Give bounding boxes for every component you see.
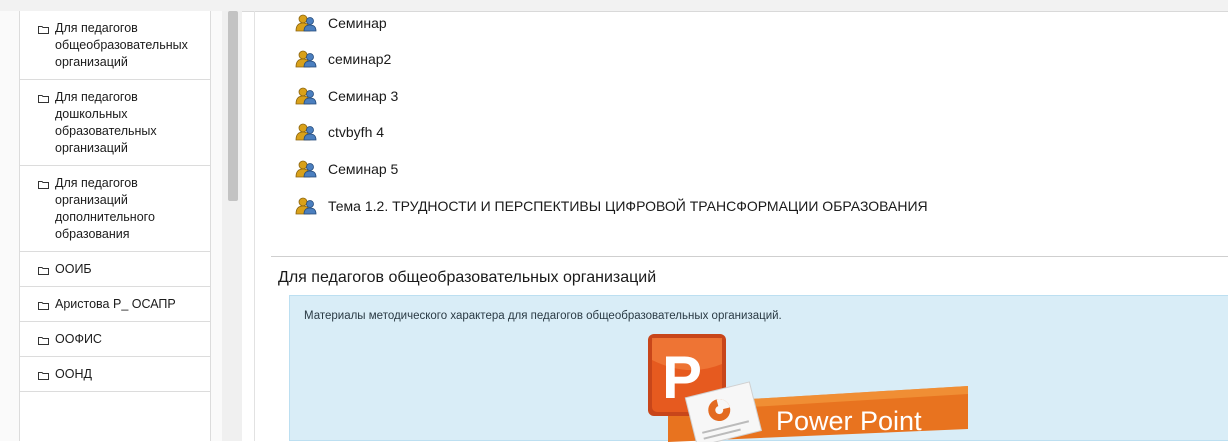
activity-link[interactable]: Семинар bbox=[295, 11, 387, 35]
category-list: Для педагогов общеобразовательных организа… bbox=[20, 11, 210, 392]
section-summary: Материалы методического характера для пе… bbox=[289, 295, 1228, 442]
activity-label: Семинар 5 bbox=[328, 161, 399, 177]
folder-icon bbox=[38, 22, 49, 34]
sidebar-scrollbar-thumb[interactable] bbox=[228, 11, 238, 201]
section-title: Для педагогов общеобразовательных органи… bbox=[278, 269, 657, 286]
seminar-users-icon bbox=[295, 160, 317, 178]
seminar-users-icon bbox=[295, 87, 317, 105]
sidebar-item-label: Для педагогов дошкольных образовательных ор… bbox=[55, 90, 157, 155]
seminar-users-icon bbox=[295, 50, 317, 68]
sidebar-item-category[interactable]: Для педагогов дошкольных образовательных ор… bbox=[20, 80, 210, 166]
sidebar: Для педагогов общеобразовательных организа… bbox=[0, 11, 242, 441]
activity-link[interactable]: ctvbyfh 4 bbox=[295, 120, 384, 144]
sidebar-item-category[interactable]: Аристова Р_ ОСАПР bbox=[20, 287, 210, 322]
sidebar-item-category[interactable]: Для педагогов общеобразовательных организа… bbox=[20, 11, 210, 80]
sidebar-item-category[interactable]: Для педагогов организаций дополнительного о… bbox=[20, 166, 210, 252]
activity-label: ctvbyfh 4 bbox=[328, 124, 385, 140]
seminar-users-icon bbox=[295, 14, 317, 32]
folder-icon bbox=[38, 263, 49, 275]
folder-icon bbox=[38, 368, 49, 380]
activity-link[interactable]: Семинар 5 bbox=[295, 157, 398, 181]
powerpoint-logo-image: P Power Point bbox=[648, 334, 968, 442]
powerpoint-caption: Power Point bbox=[776, 406, 922, 436]
activity-label: Семинар 3 bbox=[328, 88, 399, 104]
page: Для педагогов общеобразовательных организа… bbox=[0, 0, 1228, 442]
sidebar-item-label: Для педагогов общеобразовательных организа… bbox=[55, 21, 188, 69]
section-summary-text: Материалы методического характера для пе… bbox=[304, 310, 782, 322]
sidebar-item-category[interactable]: ООИБ bbox=[20, 252, 210, 287]
folder-icon bbox=[38, 333, 49, 345]
sidebar-item-label: ООНД bbox=[55, 367, 92, 381]
sidebar-item-label: ООИБ bbox=[55, 262, 92, 276]
category-list-panel: Для педагогов общеобразовательных организа… bbox=[19, 11, 211, 441]
folder-icon bbox=[38, 177, 49, 189]
activity-link[interactable]: Семинар 3 bbox=[295, 84, 398, 108]
course-content: Семинар семинар2 Семинар 3 ctvbyfh 4 Семинар… bbox=[255, 11, 1228, 442]
activity-link[interactable]: Тема 1.2. ТРУДНОСТИ И ПЕРСПЕКТИВЫ ЦИФРОВ… bbox=[295, 194, 928, 218]
sidebar-item-label: Аристова Р_ ОСАПР bbox=[55, 297, 176, 311]
seminar-users-icon bbox=[295, 197, 317, 215]
folder-icon bbox=[38, 91, 49, 103]
activity-label: Семинар bbox=[328, 15, 387, 31]
sidebar-item-category[interactable]: ООФИС bbox=[20, 322, 210, 357]
sidebar-item-label: Для педагогов организаций дополнительного о… bbox=[55, 176, 155, 241]
seminar-users-icon bbox=[295, 123, 317, 141]
sidebar-item-category[interactable]: ООНД bbox=[20, 357, 210, 392]
activity-link[interactable]: семинар2 bbox=[295, 47, 391, 71]
sidebar-item-label: ООФИС bbox=[55, 332, 102, 346]
folder-icon bbox=[38, 298, 49, 310]
section-divider bbox=[271, 256, 1228, 257]
activity-label: семинар2 bbox=[328, 51, 392, 67]
activity-label: Тема 1.2. ТРУДНОСТИ И ПЕРСПЕКТИВЫ ЦИФРОВ… bbox=[328, 198, 928, 214]
